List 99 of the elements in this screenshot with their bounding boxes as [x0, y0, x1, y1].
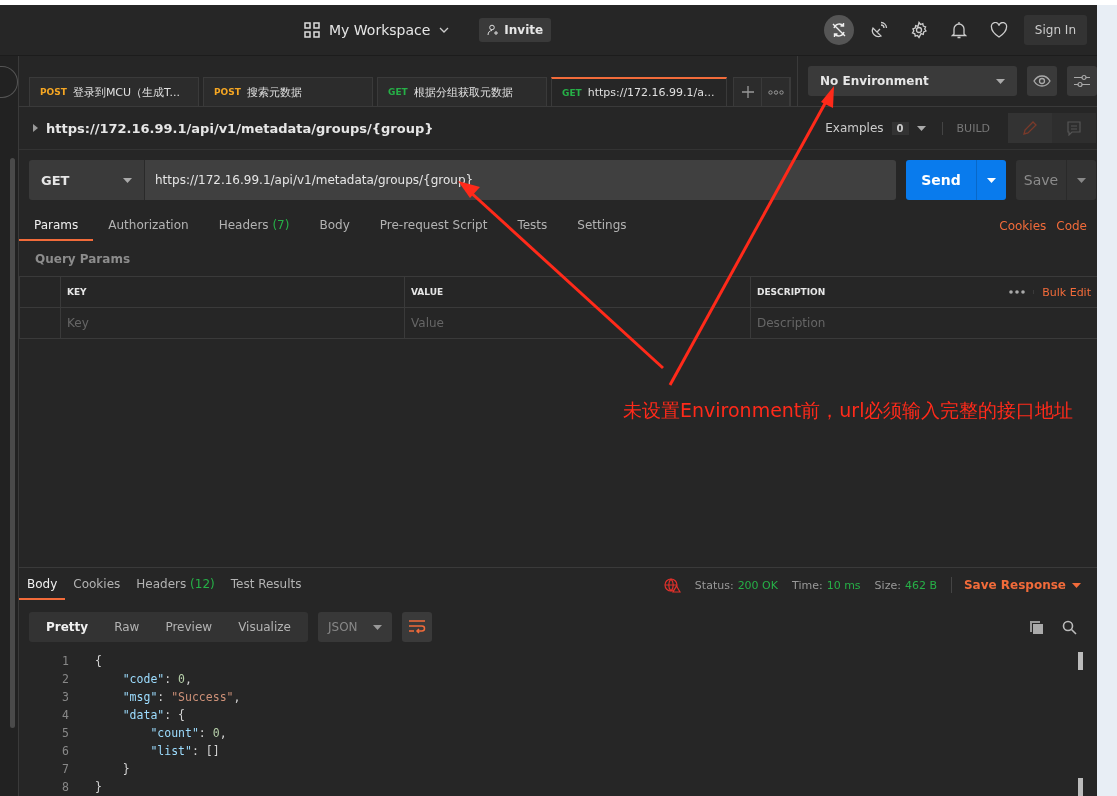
request-tab[interactable]: GET 根据分组获取元数据: [377, 77, 547, 106]
wrap-button[interactable]: [401, 612, 432, 642]
status-label: Status:: [694, 578, 734, 592]
status-label: Time:: [792, 578, 823, 592]
save-options-button[interactable]: [1066, 160, 1096, 200]
request-section-tab[interactable]: Body: [304, 211, 365, 241]
view-mode-tab[interactable]: Raw: [101, 612, 153, 642]
link[interactable]: Code: [1056, 219, 1087, 233]
column-header: VALUE: [404, 277, 750, 307]
wrap-icon: [407, 620, 426, 634]
code-line: "count": 0,: [149, 726, 227, 740]
view-mode-tab[interactable]: Pretty: [33, 612, 102, 642]
send-options-button[interactable]: [976, 160, 1006, 200]
line-number: 4: [61, 708, 69, 722]
scroll-marker: [1078, 778, 1083, 796]
caret-icon: [1072, 582, 1081, 588]
scrollbar[interactable]: [10, 158, 15, 728]
expand-icon[interactable]: [33, 124, 38, 132]
column-header: KEY: [60, 277, 404, 307]
scroll-marker: [1078, 652, 1083, 670]
line-number: 7: [61, 762, 69, 776]
line-number: 3: [61, 690, 69, 704]
tab-title: 搜索元数据: [246, 84, 303, 100]
line-number: 1: [61, 654, 69, 668]
examples-caret-icon: [916, 125, 926, 131]
status-value: 10 ms: [826, 578, 861, 592]
line-number: 5: [61, 726, 69, 740]
tab-title: https://172.16.99.1/a...: [587, 86, 715, 99]
method-label: POST: [214, 87, 241, 97]
line-number: 2: [61, 672, 69, 686]
add-tab-button[interactable]: [734, 78, 762, 106]
caret-icon: [996, 78, 1006, 84]
tab-title: 根据分组获取元数据: [413, 84, 514, 100]
tab-title: 登录到MCU（生成T...: [72, 84, 181, 100]
code-line: "list": []: [149, 744, 220, 758]
sliders-icon: [1074, 74, 1091, 88]
caret-icon: [1077, 177, 1086, 183]
more-button[interactable]: [762, 78, 790, 106]
search-icon[interactable]: [1062, 619, 1077, 635]
code-line: "code": 0,: [121, 672, 192, 686]
status-label: Size:: [874, 578, 901, 592]
method-selector[interactable]: GET: [29, 160, 145, 200]
column-header: DESCRIPTION: [757, 287, 826, 297]
view-mode-tab[interactable]: Preview: [152, 612, 226, 642]
plus-icon: [740, 85, 755, 99]
link[interactable]: Cookies: [999, 219, 1047, 233]
status-value: 462 B: [904, 578, 937, 592]
more-icon: [767, 89, 784, 95]
request-section-tab[interactable]: Pre-request Script: [364, 211, 503, 241]
response-tab[interactable]: Cookies: [65, 570, 129, 600]
request-section-tab[interactable]: Tests: [502, 211, 563, 241]
globe-warning-icon[interactable]: [663, 577, 681, 593]
request-tab[interactable]: POST 搜索元数据: [203, 77, 373, 106]
chevron-icon: [439, 27, 450, 33]
code-line: }: [95, 780, 102, 794]
grid-icon: [304, 22, 320, 38]
examples-count: 0: [891, 121, 909, 135]
code-line: "msg": "Success",: [121, 690, 241, 704]
caret-icon: [987, 177, 996, 183]
request-tab[interactable]: GET https://172.16.99.1/a...: [551, 77, 727, 106]
request-section-tab[interactable]: Authorization: [93, 211, 204, 241]
eye-icon: [1033, 75, 1052, 87]
line-number: 6: [61, 744, 69, 758]
request-tab[interactable]: POST 登录到MCU（生成T...: [29, 77, 199, 106]
line-number: 8: [61, 780, 69, 794]
eye-button[interactable]: [1027, 66, 1058, 96]
invite-button[interactable]: Invite: [479, 18, 552, 42]
response-tab[interactable]: Body: [19, 570, 66, 600]
caret-icon: [123, 177, 132, 183]
environment-selector[interactable]: No Environment: [808, 66, 1018, 96]
request-section-tab[interactable]: Settings: [562, 211, 642, 241]
sliders-button[interactable]: [1067, 66, 1097, 96]
request-section-tab[interactable]: Params: [19, 211, 94, 241]
caret-icon: [372, 624, 382, 630]
person-plus-icon: [487, 24, 500, 36]
section-title: Query Params: [34, 251, 132, 268]
response-tab[interactable]: Headers (12): [128, 570, 223, 600]
code-line: "data": {: [121, 708, 186, 722]
method-label: GET: [388, 87, 408, 97]
examples-label[interactable]: Examples: [825, 121, 884, 135]
sign-in-button[interactable]: Sign In: [1023, 15, 1087, 45]
workspace-selector[interactable]: My Workspace: [300, 22, 454, 38]
save-response-button[interactable]: Save Response: [950, 577, 1087, 593]
response-tab[interactable]: Test Results: [222, 570, 310, 600]
request-title: https://172.16.99.1/api/v1/metadata/groups/{group}: [46, 120, 434, 136]
copy-icon[interactable]: [1029, 619, 1044, 635]
method-label: POST: [40, 87, 67, 97]
status-value: 200 OK: [737, 578, 778, 592]
code-line: {: [95, 654, 102, 668]
request-section-tab[interactable]: Headers (7): [203, 211, 305, 241]
method-label: GET: [562, 87, 582, 98]
save-button[interactable]: Save: [1016, 160, 1066, 200]
view-mode-tab[interactable]: Visualize: [225, 612, 304, 642]
bulk-edit-link[interactable]: Bulk Edit: [1034, 285, 1097, 299]
code-line: }: [121, 762, 130, 776]
send-button[interactable]: Send: [906, 160, 976, 200]
sync-off-icon[interactable]: [823, 15, 854, 45]
annotation-text: 未设置Environment前，url必须输入完整的接口地址: [623, 398, 1075, 423]
url-field[interactable]: https://172.16.99.1/api/v1/metadata/groups/{group}: [145, 160, 896, 200]
